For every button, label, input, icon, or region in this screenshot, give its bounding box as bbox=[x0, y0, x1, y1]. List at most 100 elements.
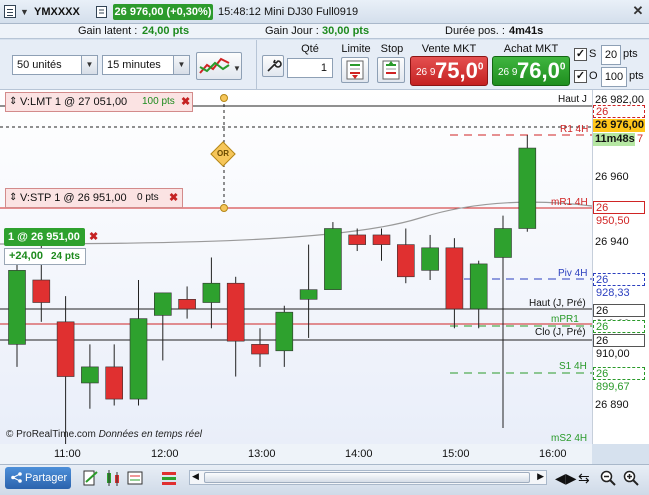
candle-bear[interactable] bbox=[105, 366, 123, 400]
sync-icon[interactable]: ⇆ bbox=[578, 470, 590, 487]
target-pts-input[interactable]: 100 bbox=[601, 67, 627, 87]
unrealized-value: 24,00 pts bbox=[142, 25, 190, 37]
cancel-stop-icon[interactable]: ✖ bbox=[169, 189, 178, 207]
units-select[interactable]: 50 unités ▼ bbox=[12, 55, 98, 75]
limit-order-text: V:LMT 1 @ 27 051,00 bbox=[20, 96, 128, 108]
candle-bull[interactable] bbox=[494, 228, 512, 258]
candle-bear[interactable] bbox=[32, 279, 51, 303]
candle-bear[interactable] bbox=[178, 299, 196, 310]
price-tag-piv: 26 928,33 bbox=[593, 273, 645, 299]
drag-handle-icon[interactable]: ⇕ bbox=[9, 189, 17, 207]
duration-label: Durée pos. : bbox=[445, 25, 505, 37]
stop-order-tag[interactable]: ⇕ V:STP 1 @ 26 951,00 0 pts ✖ bbox=[5, 188, 183, 208]
target-checkbox[interactable]: ✓ bbox=[574, 70, 587, 83]
chart-scrollbar[interactable]: ◀ ▶ bbox=[189, 470, 547, 485]
timeframe-select[interactable]: 15 minutes ▼ bbox=[102, 55, 190, 75]
level-r1-4h: R1 4H bbox=[560, 124, 589, 135]
duration-value: 4m41s bbox=[509, 25, 544, 37]
order-anchor-dot[interactable] bbox=[220, 204, 228, 212]
order-anchor-dot[interactable] bbox=[220, 94, 228, 102]
qty-label: Qté bbox=[301, 43, 319, 55]
candle-bull[interactable] bbox=[275, 311, 294, 352]
time-tick: 11:00 bbox=[54, 448, 81, 460]
indicator-list-icon[interactable] bbox=[126, 468, 144, 488]
candle-bear[interactable] bbox=[348, 234, 367, 245]
price-tag-s1: 26 899,67 bbox=[593, 367, 645, 393]
symbol-name[interactable]: YMXXXX bbox=[34, 0, 80, 24]
symbol-list-icon[interactable] bbox=[4, 5, 16, 18]
candle-bull[interactable] bbox=[202, 282, 221, 303]
position-tag[interactable]: 1 @ 26 951,00 ✖ +24,00 24 pts bbox=[4, 228, 102, 266]
candlestick-chart[interactable] bbox=[0, 90, 592, 444]
level-haut-j: Haut J bbox=[558, 94, 587, 105]
candle-bear[interactable] bbox=[251, 344, 269, 355]
stop-order-button[interactable] bbox=[377, 57, 405, 83]
qty-input[interactable]: 1 bbox=[287, 58, 333, 78]
scroll-left-icon[interactable]: ◀ bbox=[192, 471, 199, 482]
limit-label: Limite bbox=[341, 43, 371, 55]
realtime-note: Données en temps réel bbox=[98, 429, 202, 440]
close-position-icon[interactable]: ✖ bbox=[89, 230, 98, 243]
candle-bull[interactable] bbox=[469, 263, 488, 310]
time-axis[interactable] bbox=[0, 444, 592, 464]
sell-price-main: 75,00 bbox=[435, 58, 484, 83]
share-button[interactable]: Partager bbox=[5, 467, 71, 489]
candle-bull[interactable] bbox=[421, 247, 439, 271]
indicators-button[interactable]: ▼ bbox=[196, 52, 242, 80]
buy-price-prefix: 26 9 bbox=[498, 67, 518, 78]
instrument-menu-icon[interactable] bbox=[96, 0, 107, 24]
share-label: Partager bbox=[25, 472, 68, 484]
drawing-tools-icon[interactable] bbox=[82, 468, 100, 488]
candle-bull[interactable] bbox=[299, 289, 318, 300]
candle-bear[interactable] bbox=[56, 321, 75, 377]
candle-bull[interactable] bbox=[154, 292, 172, 316]
layout-icon[interactable] bbox=[160, 468, 178, 488]
close-icon[interactable]: ✕ bbox=[631, 4, 645, 18]
limit-order-button[interactable] bbox=[341, 57, 369, 83]
candle-bull[interactable] bbox=[518, 147, 537, 229]
zoom-out-icon[interactable] bbox=[600, 470, 616, 486]
stop-order-pts: 0 pts bbox=[137, 192, 159, 203]
candle-bull[interactable] bbox=[8, 270, 26, 345]
zoom-in-icon[interactable] bbox=[623, 470, 639, 486]
share-icon bbox=[11, 472, 22, 483]
sell-mkt-label: Vente MKT bbox=[421, 43, 477, 55]
candle-bear[interactable] bbox=[226, 282, 245, 342]
candle-bull[interactable] bbox=[81, 366, 99, 384]
sell-market-button[interactable]: 26 9 75,00 bbox=[410, 56, 488, 86]
wrench-button[interactable] bbox=[262, 55, 284, 77]
scrollbar-thumb[interactable] bbox=[204, 472, 530, 483]
price-tick: 26 940 bbox=[595, 236, 629, 248]
limit-order-tag[interactable]: ⇕ V:LMT 1 @ 27 051,00 100 pts ✖ bbox=[5, 92, 193, 112]
drag-handle-icon[interactable]: ⇕ bbox=[9, 93, 17, 111]
stop-pts-input[interactable]: 20 bbox=[601, 45, 621, 65]
price-tag-partial: 7 bbox=[637, 133, 644, 145]
level-mpr1: mPR1 bbox=[551, 314, 579, 325]
price-chart[interactable] bbox=[0, 90, 592, 444]
title-bar: ▼ YMXXXX 26 976,00 (+0,30%) 15:48:12 Min… bbox=[0, 0, 649, 24]
limit-order-pts: 100 pts bbox=[142, 96, 175, 107]
chevron-down-icon[interactable]: ▼ bbox=[20, 0, 29, 24]
candle-bear[interactable] bbox=[396, 244, 415, 278]
price-tick: 26 890 bbox=[595, 399, 629, 411]
candle-bear[interactable] bbox=[445, 247, 464, 310]
cancel-limit-icon[interactable]: ✖ bbox=[181, 93, 190, 111]
fit-screen-icon[interactable]: ◀▶ bbox=[555, 470, 577, 487]
buy-market-button[interactable]: 26 9 76,00 bbox=[492, 56, 570, 86]
candle-bear[interactable] bbox=[372, 234, 391, 245]
scroll-right-icon[interactable]: ▶ bbox=[537, 471, 544, 482]
day-gain-label: Gain Jour : bbox=[265, 25, 319, 37]
stop-checkbox[interactable]: ✓ bbox=[574, 48, 587, 61]
indicators-chart-icon: ▼ bbox=[199, 57, 241, 74]
clock-time: 15:48:12 bbox=[218, 6, 261, 18]
candle-style-icon[interactable] bbox=[104, 468, 122, 488]
candle-bull[interactable] bbox=[129, 318, 148, 400]
level-haut-j-pre: Haut (J, Pré) bbox=[529, 298, 586, 309]
stop-order-text: V:STP 1 @ 26 951,00 bbox=[20, 192, 127, 204]
info-bar: Gain latent : 24,00 pts Gain Jour : 30,0… bbox=[0, 24, 649, 39]
limit-order-icon bbox=[346, 60, 364, 80]
candle-bull[interactable] bbox=[324, 228, 342, 290]
price-tag-clo-pre: 26 910,00 bbox=[593, 334, 645, 360]
price-tick: 26 960 bbox=[595, 171, 629, 183]
target-pts-unit: pts bbox=[629, 70, 644, 82]
